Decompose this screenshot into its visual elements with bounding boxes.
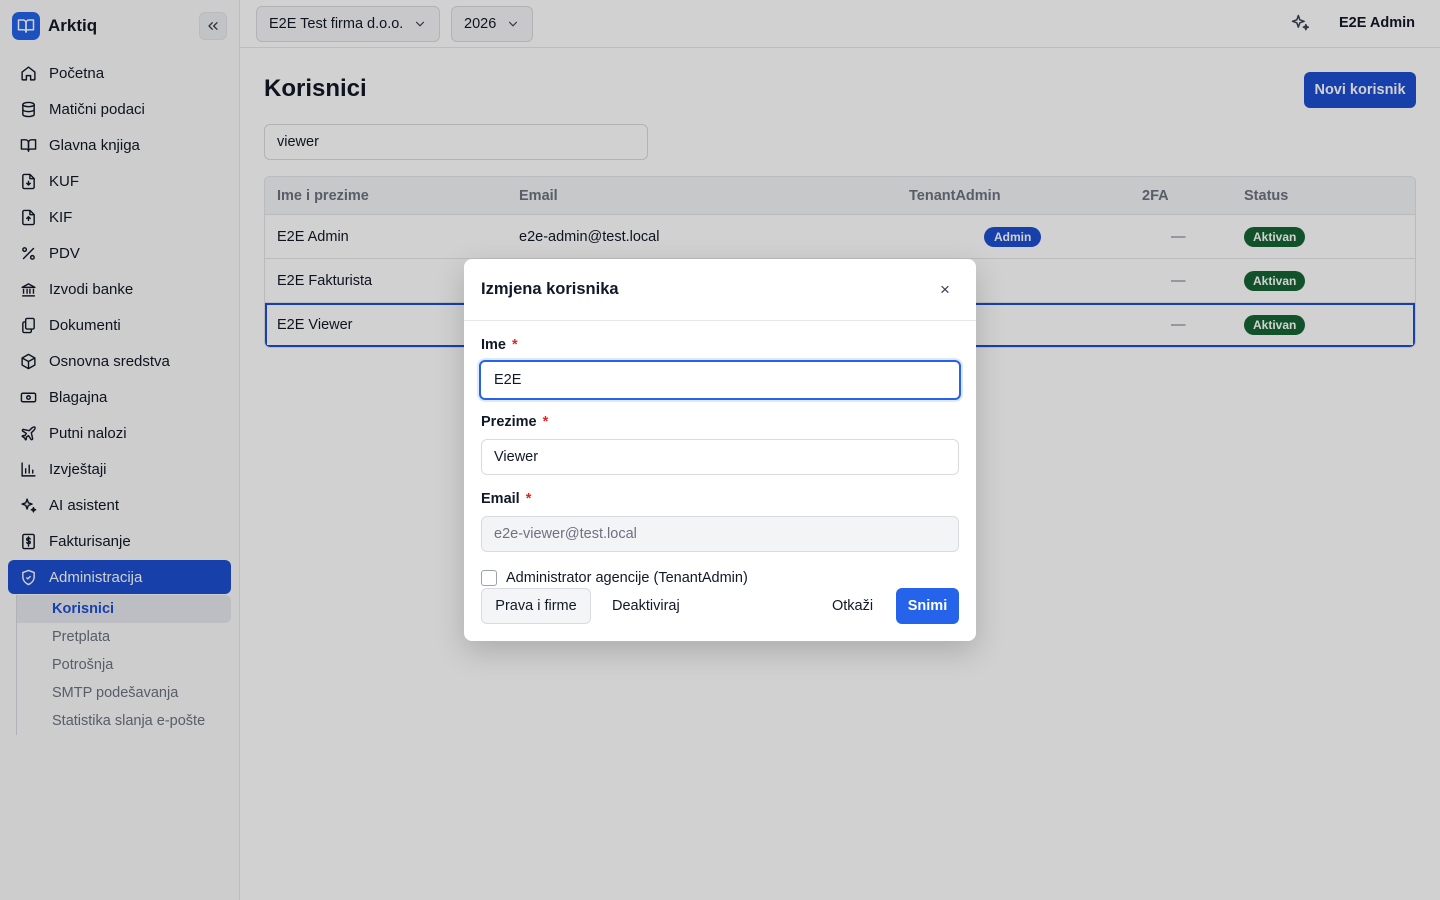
required-mark: * xyxy=(525,491,532,507)
save-button[interactable]: Snimi xyxy=(896,588,959,624)
tenant-admin-checkbox-row[interactable]: Administrator agencije (TenantAdmin) xyxy=(481,570,748,586)
email-label: Email * xyxy=(481,491,531,507)
first-name-input[interactable]: E2E xyxy=(479,360,961,400)
tenant-admin-checkbox-label: Administrator agencije (TenantAdmin) xyxy=(506,570,748,586)
email-field: e2e-viewer@test.local xyxy=(481,516,959,552)
close-icon[interactable]: × xyxy=(934,279,956,301)
edit-user-dialog: Izmjena korisnika × Ime * E2E Prezime * Vi… xyxy=(464,259,976,641)
cancel-button[interactable]: Otkaži xyxy=(832,588,873,624)
tenant-admin-checkbox[interactable] xyxy=(481,570,497,586)
first-name-label-text: Ime xyxy=(481,337,506,353)
deactivate-button[interactable]: Deaktiviraj xyxy=(612,588,680,624)
required-mark: * xyxy=(542,414,549,430)
last-name-label: Prezime * xyxy=(481,414,548,430)
first-name-label: Ime * xyxy=(481,337,518,353)
rights-and-companies-button[interactable]: Prava i firme xyxy=(481,588,591,624)
last-name-input[interactable]: Viewer xyxy=(481,439,959,475)
dialog-title: Izmjena korisnika xyxy=(481,280,619,298)
email-label-text: Email xyxy=(481,491,520,507)
required-mark: * xyxy=(512,337,518,353)
last-name-label-text: Prezime xyxy=(481,414,537,430)
dialog-header: Izmjena korisnika × xyxy=(464,259,976,321)
